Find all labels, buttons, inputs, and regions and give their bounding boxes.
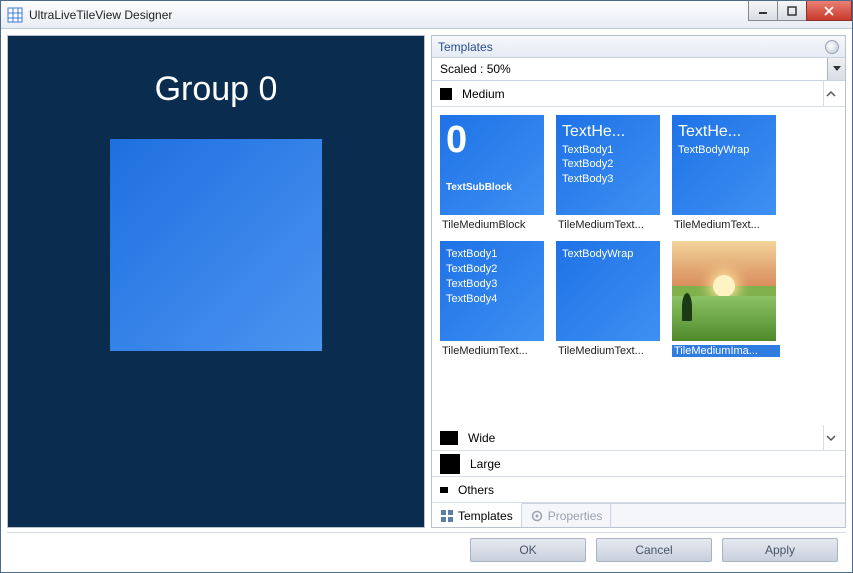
tile-preview: TextBody1 TextBody2 TextBody3 TextBody4 — [440, 241, 544, 341]
medium-swatch-icon — [440, 88, 452, 100]
dialog-footer: OK Cancel Apply — [7, 532, 846, 566]
tile-subblock: TextSubBlock — [446, 181, 538, 195]
section-wide[interactable]: Wide — [432, 425, 845, 451]
tile-line: TextBody2 — [446, 262, 538, 277]
templates-gallery[interactable]: 0 TextSubBlock TileMediumBlock TextHe...… — [432, 107, 845, 425]
grid-icon — [440, 509, 454, 523]
preview-pane[interactable]: Group 0 — [7, 35, 425, 528]
close-button[interactable] — [806, 1, 852, 21]
section-wide-label: Wide — [468, 431, 495, 445]
section-others[interactable]: Others — [432, 477, 845, 503]
tile-header: TextHe... — [678, 121, 770, 143]
templates-header: Templates — [432, 36, 845, 58]
chevron-down-icon[interactable] — [823, 425, 837, 451]
tile-body: TextBodyWrap — [678, 143, 770, 158]
minimize-button[interactable] — [748, 1, 778, 21]
tab-properties-label: Properties — [548, 509, 603, 523]
tile-header: TextHe... — [562, 121, 654, 143]
scale-input[interactable] — [432, 58, 827, 80]
scale-selector[interactable] — [432, 58, 845, 81]
template-caption: TileMediumText... — [556, 219, 664, 231]
template-item-selected[interactable]: TileMediumIma... — [672, 241, 780, 357]
chevron-up-icon[interactable] — [823, 81, 837, 107]
template-caption: TileMediumText... — [440, 345, 548, 357]
maximize-button[interactable] — [777, 1, 807, 21]
tile-line: TextBody1 — [562, 143, 654, 158]
template-item[interactable]: 0 TextSubBlock TileMediumBlock — [440, 115, 548, 231]
cancel-button[interactable]: Cancel — [596, 538, 712, 562]
tile-line: TextBody4 — [446, 292, 538, 307]
template-item[interactable]: TextHe... TextBodyWrap TileMediumText... — [672, 115, 780, 231]
window-controls — [749, 1, 852, 21]
tile-line: TextBody2 — [562, 157, 654, 172]
tile-line: TextBody3 — [446, 277, 538, 292]
window-title: UltraLiveTileView Designer — [29, 8, 172, 22]
section-others-label: Others — [458, 483, 494, 497]
tile-preview: 0 TextSubBlock — [440, 115, 544, 215]
gear-icon — [530, 509, 544, 523]
bottom-tabbar: Templates Properties — [432, 503, 845, 527]
tile-body: TextBodyWrap — [562, 247, 654, 262]
tile-line: TextBody1 — [446, 247, 538, 262]
titlebar[interactable]: UltraLiveTileView Designer — [1, 1, 852, 29]
tab-templates-label: Templates — [458, 509, 513, 523]
tile-preview: TextHe... TextBody1 TextBody2 TextBody3 — [556, 115, 660, 215]
ok-button[interactable]: OK — [470, 538, 586, 562]
template-item[interactable]: TextBodyWrap TileMediumText... — [556, 241, 664, 357]
template-caption: TileMediumText... — [556, 345, 664, 357]
app-icon — [7, 7, 23, 23]
designer-window: UltraLiveTileView Designer Group 0 Templ… — [0, 0, 853, 573]
group-title: Group 0 — [155, 70, 278, 109]
template-caption: TileMediumIma... — [672, 345, 780, 357]
tab-templates[interactable]: Templates — [432, 503, 522, 527]
others-swatch-icon — [440, 487, 448, 493]
tile-preview: TextHe... TextBodyWrap — [672, 115, 776, 215]
template-caption: TileMediumBlock — [440, 219, 548, 231]
template-item[interactable]: TextBody1 TextBody2 TextBody3 TextBody4 … — [440, 241, 548, 357]
pin-icon[interactable] — [825, 40, 839, 54]
tile-preview: TextBodyWrap — [556, 241, 660, 341]
tile-big-number: 0 — [446, 121, 538, 159]
scale-dropdown-button[interactable] — [827, 58, 845, 80]
template-item[interactable]: TextHe... TextBody1 TextBody2 TextBody3 … — [556, 115, 664, 231]
template-caption: TileMediumText... — [672, 219, 780, 231]
tile-line: TextBody3 — [562, 172, 654, 187]
preview-tile[interactable] — [110, 139, 322, 351]
templates-label: Templates — [438, 40, 493, 54]
tile-preview-image — [672, 241, 776, 341]
section-large[interactable]: Large — [432, 451, 845, 477]
templates-panel: Templates Medium — [431, 35, 846, 528]
section-medium[interactable]: Medium — [432, 81, 845, 107]
tab-properties[interactable]: Properties — [522, 504, 612, 527]
large-swatch-icon — [440, 454, 460, 474]
wide-swatch-icon — [440, 431, 458, 445]
section-large-label: Large — [470, 457, 501, 471]
apply-button[interactable]: Apply — [722, 538, 838, 562]
section-medium-label: Medium — [462, 87, 505, 101]
